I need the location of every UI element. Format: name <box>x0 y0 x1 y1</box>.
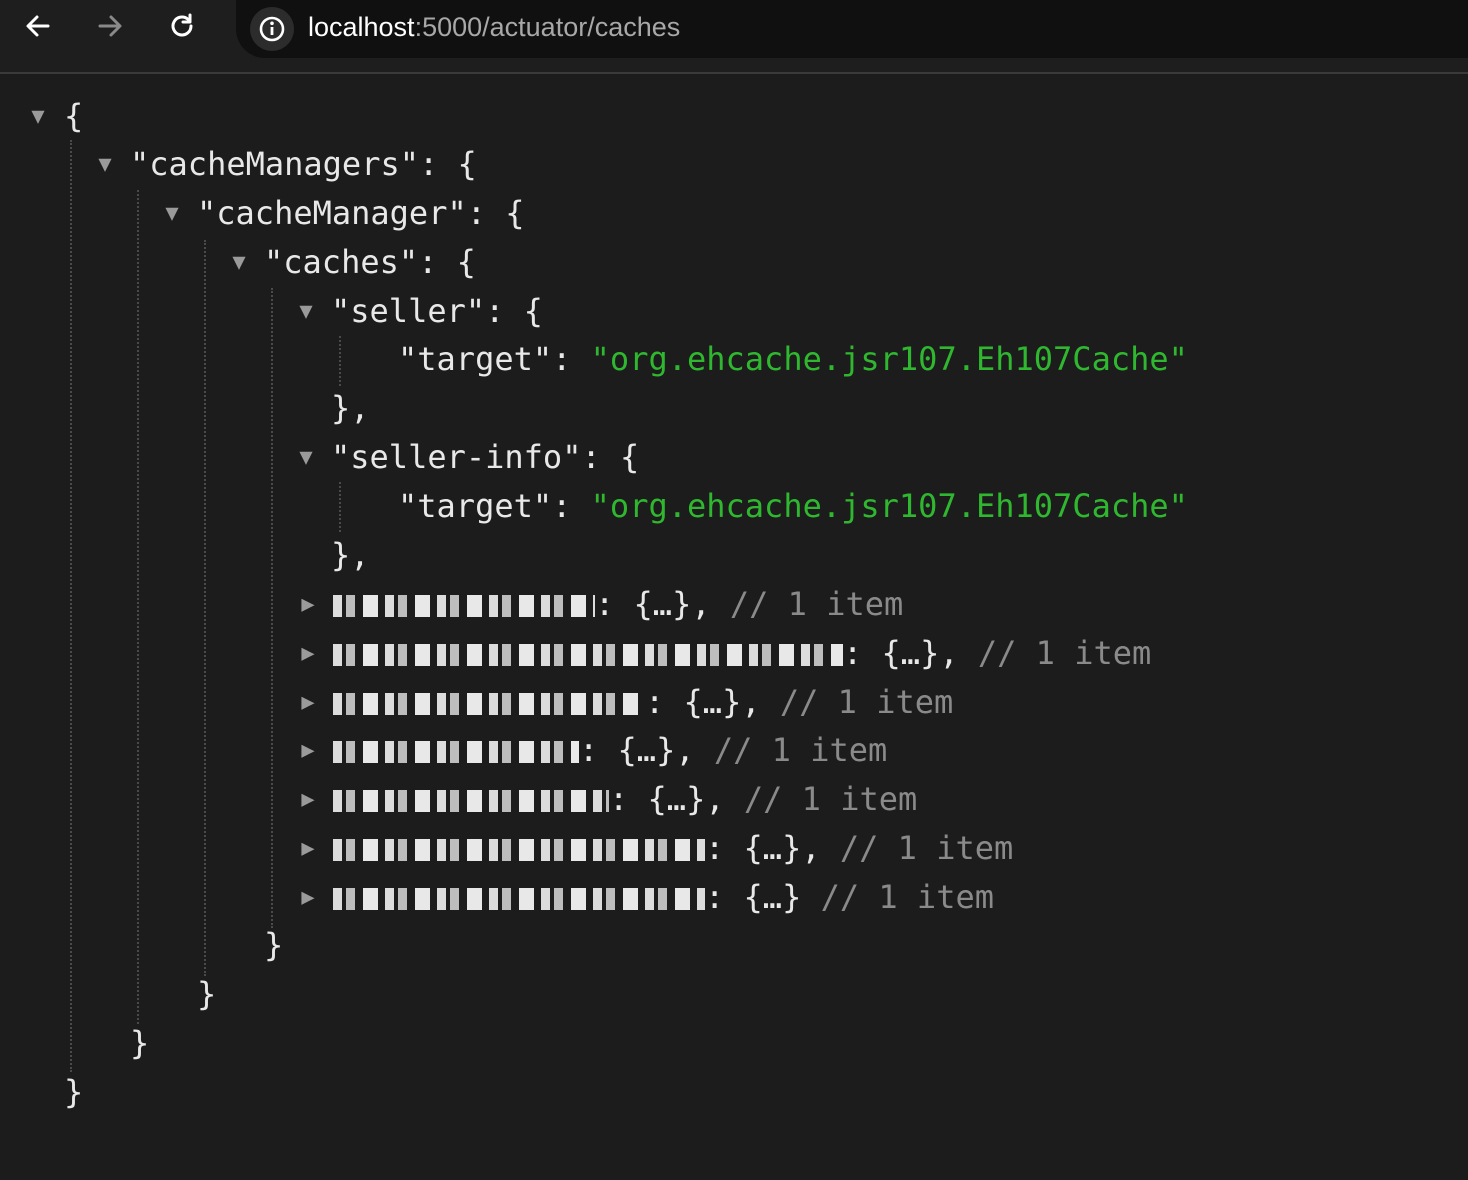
indent-guide <box>70 140 72 1072</box>
item-count-comment: // 1 item <box>729 585 904 623</box>
indent-guide <box>204 240 206 976</box>
indent-guide <box>271 288 273 928</box>
seller-key: "seller": { <box>331 292 543 330</box>
forward-button[interactable] <box>88 4 132 48</box>
seller-target-row: "target": "org.ehcache.jsr107.Eh107Cache… <box>398 339 1188 379</box>
url-text[interactable]: localhost:5000/actuator/caches <box>308 0 680 54</box>
seller-info-close: }, <box>331 536 370 574</box>
redacted-key <box>333 741 579 763</box>
cachemanager-close-brace: } <box>197 975 217 1013</box>
collapse-triangle-icon[interactable]: ▼ <box>24 96 52 136</box>
arrow-left-icon <box>26 15 50 37</box>
seller-close: }, <box>331 389 370 427</box>
collapsed-cache-entry[interactable]: : {…} // 1 item <box>333 877 994 917</box>
expand-triangle-icon[interactable]: ▶ <box>294 877 322 917</box>
collapsed-cache-entry[interactable]: : {…}, // 1 item <box>333 682 953 722</box>
caches-key: "caches": { <box>264 243 476 281</box>
reload-icon <box>171 13 193 37</box>
collapsed-suffix: : {…}, <box>595 585 711 623</box>
cachemanager-key: "cacheManager": { <box>197 194 525 232</box>
item-count-comment: // 1 item <box>779 683 954 721</box>
collapsed-cache-entry[interactable]: : {…}, // 1 item <box>333 730 887 770</box>
seller-info-key: "seller-info": { <box>331 438 640 476</box>
collapsed-cache-entry[interactable]: : {…}, // 1 item <box>333 779 917 819</box>
redacted-key <box>333 888 705 910</box>
expand-triangle-icon[interactable]: ▶ <box>294 682 322 722</box>
redacted-key <box>333 693 645 715</box>
collapse-triangle-icon[interactable]: ▼ <box>158 193 186 233</box>
item-count-comment: // 1 item <box>743 780 918 818</box>
redacted-key <box>333 644 843 666</box>
item-count-comment: // 1 item <box>820 878 994 916</box>
item-count-comment: // 1 item <box>977 634 1152 672</box>
redacted-key <box>333 595 595 617</box>
target-key: "target": <box>398 487 591 525</box>
item-count-comment: // 1 item <box>713 731 888 769</box>
collapsed-suffix: : {…} <box>705 878 802 916</box>
site-info-icon[interactable] <box>250 7 294 51</box>
cachemanagers-close-brace: } <box>130 1024 150 1062</box>
collapse-triangle-icon[interactable]: ▼ <box>91 144 119 184</box>
collapsed-suffix: : {…}, <box>645 683 761 721</box>
caches-close-brace: } <box>264 926 284 964</box>
collapsed-cache-entry[interactable]: : {…}, // 1 item <box>333 584 903 624</box>
collapsed-cache-entry[interactable]: : {…}, // 1 item <box>333 828 1013 868</box>
collapsed-suffix: : {…}, <box>705 829 821 867</box>
target-value: "org.ehcache.jsr107.Eh107Cache" <box>590 340 1188 378</box>
expand-triangle-icon[interactable]: ▶ <box>294 730 322 770</box>
collapse-triangle-icon[interactable]: ▼ <box>292 437 320 477</box>
cachemanagers-key: "cacheManagers": { <box>130 145 477 183</box>
collapsed-cache-entry[interactable]: : {…}, // 1 item <box>333 633 1151 673</box>
root-open-brace: { <box>64 97 84 135</box>
root-close-brace: } <box>64 1073 84 1111</box>
url-path: :5000/actuator/caches <box>414 12 681 42</box>
back-button[interactable] <box>16 4 60 48</box>
json-viewer: ▼ { ▼ "cacheManagers": { ▼ "cacheManager… <box>0 74 1468 1180</box>
address-bar[interactable]: localhost:5000/actuator/caches <box>236 0 1468 58</box>
expand-triangle-icon[interactable]: ▶ <box>294 633 322 673</box>
expand-triangle-icon[interactable]: ▶ <box>294 779 322 819</box>
collapse-triangle-icon[interactable]: ▼ <box>292 291 320 331</box>
arrow-right-icon <box>98 15 122 37</box>
indent-guide <box>137 190 139 1024</box>
item-count-comment: // 1 item <box>839 829 1014 867</box>
seller-info-target-row: "target": "org.ehcache.jsr107.Eh107Cache… <box>398 486 1188 526</box>
target-key: "target": <box>398 340 591 378</box>
url-host: localhost <box>308 12 415 42</box>
target-value: "org.ehcache.jsr107.Eh107Cache" <box>590 487 1188 525</box>
browser-toolbar: localhost:5000/actuator/caches <box>0 0 1468 74</box>
collapsed-suffix: : {…}, <box>843 634 959 672</box>
collapsed-suffix: : {…}, <box>609 780 725 818</box>
redacted-key <box>333 790 609 812</box>
expand-triangle-icon[interactable]: ▶ <box>294 584 322 624</box>
indent-guide <box>339 336 341 386</box>
reload-button[interactable] <box>160 4 204 48</box>
collapse-triangle-icon[interactable]: ▼ <box>225 242 253 282</box>
indent-guide <box>339 482 341 532</box>
redacted-key <box>333 839 705 861</box>
expand-triangle-icon[interactable]: ▶ <box>294 828 322 868</box>
collapsed-suffix: : {…}, <box>579 731 695 769</box>
